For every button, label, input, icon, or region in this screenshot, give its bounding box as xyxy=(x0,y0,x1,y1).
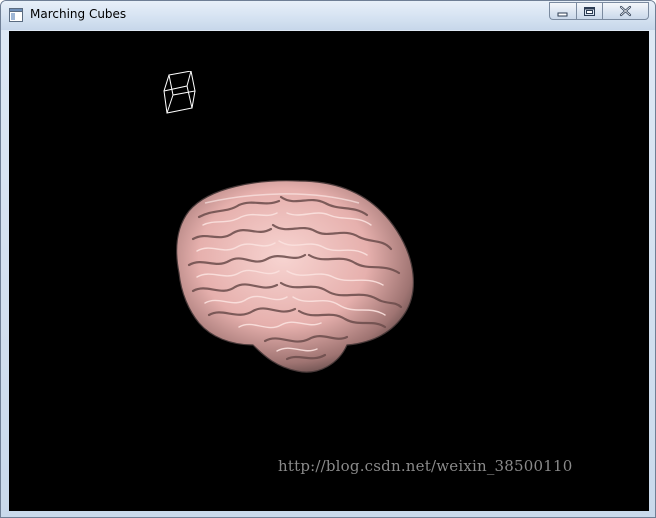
brain-isosurface xyxy=(176,180,415,373)
caption-buttons xyxy=(549,2,649,22)
window-title: Marching Cubes xyxy=(30,7,127,21)
app-window-icon xyxy=(9,8,23,22)
app-window: Marching Cubes http://blog.csdn.net/weix… xyxy=(0,0,656,518)
gl-viewport[interactable] xyxy=(9,31,649,511)
minimize-icon xyxy=(557,12,568,17)
close-icon xyxy=(619,5,632,17)
close-button[interactable] xyxy=(602,2,649,20)
wireframe-cube xyxy=(163,71,196,114)
title-bar[interactable]: Marching Cubes xyxy=(1,1,655,30)
watermark: http://blog.csdn.net/weixin_38500110 xyxy=(278,457,573,475)
minimize-button[interactable] xyxy=(549,2,576,20)
restore-icon xyxy=(584,7,595,16)
maximize-button[interactable] xyxy=(576,2,602,20)
